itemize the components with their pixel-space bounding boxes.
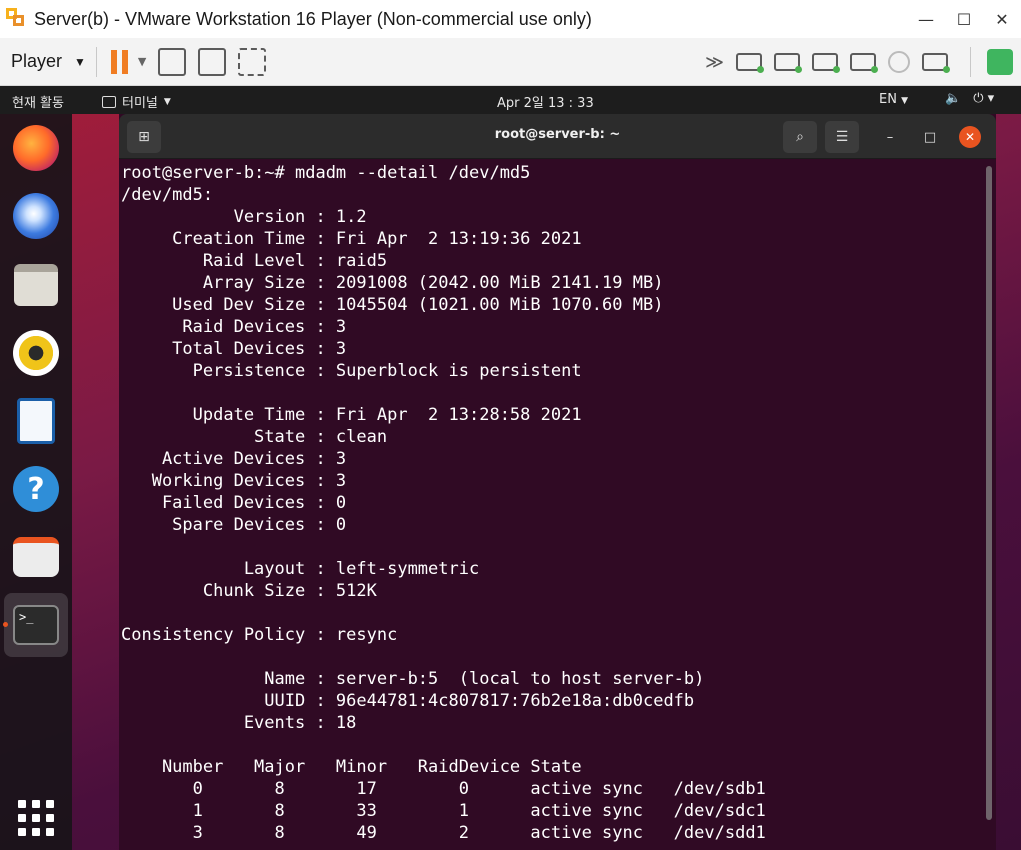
toolbar-divider [95, 46, 97, 77]
terminal-line: Layout : left-symmetric [121, 559, 480, 579]
terminal-icon [102, 95, 116, 108]
power-icon[interactable]: ⏻ ▾ [973, 91, 994, 106]
dock-item-thunderbird[interactable] [10, 190, 62, 242]
dock-item-writer[interactable] [10, 395, 62, 447]
dock-item-rhythmbox[interactable] [10, 327, 62, 379]
terminal-line: Raid Devices : 3 [121, 317, 347, 337]
terminal-line: root@server-b:~# mdadm --detail /dev/md5 [121, 163, 531, 183]
pause-icon[interactable] [110, 49, 128, 74]
show-applications-icon[interactable] [18, 800, 54, 836]
dock-item-files[interactable] [10, 259, 62, 311]
input-language-menu[interactable]: EN ▼ [879, 92, 908, 107]
running-indicator [3, 622, 8, 627]
fullscreen-icon[interactable] [198, 47, 227, 76]
terminal-line: 1 8 33 1 active sync /dev/sdc1 [121, 801, 766, 821]
software-store-icon [13, 537, 59, 577]
terminal-line: 0 8 17 0 active sync /dev/sdb1 [121, 779, 766, 799]
minimize-icon[interactable]: – [879, 126, 901, 148]
chevron-down-icon[interactable]: ▼ [138, 55, 146, 68]
terminal-line: Consistency Policy : resync [121, 625, 398, 645]
dock-item-software[interactable] [10, 531, 62, 583]
terminal-line: Chunk Size : 512K [121, 581, 377, 601]
terminal-line: 3 8 49 2 active sync /dev/sdd1 [121, 823, 766, 843]
terminal-line: Name : server-b:5 (local to host server-… [121, 669, 705, 689]
clock[interactable]: Apr 2일 13 : 33 [497, 92, 594, 111]
terminal-line: /dev/md5: [121, 185, 214, 205]
vmware-toolbar: Player ▼ ▼ ≫ [0, 38, 1021, 86]
dock-item-help[interactable]: ? [10, 463, 62, 515]
minimize-icon[interactable]: — [907, 0, 945, 38]
usb-icon[interactable] [812, 53, 840, 73]
volume-icon[interactable]: 🔈 [945, 91, 961, 106]
activities-button[interactable]: 현재 활동 [12, 92, 64, 111]
terminal-line: Working Devices : 3 [121, 471, 347, 491]
terminal-line: UUID : 96e44781:4c807817:76b2e18a:db0ced… [121, 691, 695, 711]
terminal-window[interactable]: ⊞ root@server-b: ~ ⌕ ☰ – □ ✕ root@server… [119, 114, 996, 850]
app-menu[interactable]: 터미널 ▼ [102, 92, 171, 111]
terminal-line: Events : 18 [121, 713, 357, 733]
chevron-down-icon: ▼ [901, 96, 909, 106]
message-log-icon[interactable] [987, 49, 1013, 75]
terminal-line: Failed Devices : 0 [121, 493, 347, 513]
terminal-title: root@server-b: ~ [494, 127, 621, 142]
terminal-line: Persistence : Superblock is persistent [121, 361, 582, 381]
terminal-line: Array Size : 2091008 (2042.00 MiB 2141.1… [121, 273, 664, 293]
window-title: Server(b) - VMware Workstation 16 Player… [34, 8, 592, 29]
terminal-line: State : clean [121, 427, 388, 447]
sound-card-icon[interactable] [850, 53, 878, 73]
files-icon [14, 264, 58, 306]
unity-icon[interactable] [238, 47, 267, 76]
terminal-line: Creation Time : Fri Apr 2 13:19:36 2021 [121, 229, 582, 249]
more-devices-icon[interactable]: ≫ [705, 52, 724, 73]
maximize-icon[interactable]: ☐ [945, 0, 983, 38]
toolbar-divider [970, 47, 971, 77]
terminal-header-bar[interactable]: ⊞ root@server-b: ~ ⌕ ☰ – □ ✕ [119, 114, 996, 159]
dock-item-firefox[interactable] [10, 122, 62, 174]
maximize-icon[interactable]: □ [919, 126, 941, 148]
close-icon[interactable]: ✕ [959, 126, 981, 148]
player-menu-button[interactable]: Player ▼ [11, 51, 86, 72]
send-ctrl-alt-del-icon[interactable] [158, 47, 187, 76]
search-icon[interactable]: ⌕ [783, 121, 817, 153]
terminal-output[interactable]: root@server-b:~# mdadm --detail /dev/md5… [121, 162, 981, 850]
terminal-icon: >_ [13, 605, 59, 645]
terminal-line: Total Devices : 3 [121, 339, 347, 359]
firefox-icon [13, 125, 59, 171]
terminal-line: Update Time : Fri Apr 2 13:28:58 2021 [121, 405, 582, 425]
rhythmbox-icon [13, 330, 59, 376]
thunderbird-icon [13, 193, 59, 239]
dock: ? >_ [0, 114, 72, 850]
help-icon: ? [13, 466, 59, 512]
terminal-line: Number Major Minor RaidDevice State [121, 757, 582, 777]
chevron-down-icon: ▼ [74, 54, 86, 69]
scrollbar[interactable] [986, 166, 992, 820]
printer-icon[interactable] [922, 53, 950, 73]
vmware-logo-icon [6, 8, 28, 30]
terminal-line: Spare Devices : 0 [121, 515, 347, 535]
chevron-down-icon: ▼ [163, 96, 171, 107]
libreoffice-writer-icon [17, 398, 55, 444]
terminal-line: Raid Level : raid5 [121, 251, 388, 271]
terminal-line: Active Devices : 3 [121, 449, 347, 469]
close-icon[interactable]: ✕ [983, 0, 1021, 38]
gnome-top-bar: 현재 활동 터미널 ▼ Apr 2일 13 : 33 EN ▼ 🔈 ⏻ ▾ [0, 86, 1021, 114]
dock-item-terminal[interactable]: >_ [4, 593, 68, 657]
player-menu-label: Player [11, 51, 63, 71]
network-adapter-icon[interactable] [774, 53, 802, 73]
terminal-line: Used Dev Size : 1045504 (1021.00 MiB 107… [121, 295, 664, 315]
hard-disk-icon[interactable] [736, 53, 764, 73]
terminal-line: Version : 1.2 [121, 207, 367, 227]
vmware-title-bar: Server(b) - VMware Workstation 16 Player… [0, 0, 1021, 38]
app-menu-label: 터미널 [122, 96, 158, 111]
cd-dvd-icon[interactable] [888, 51, 910, 73]
language-label: EN [879, 92, 897, 107]
hamburger-menu-icon[interactable]: ☰ [825, 121, 859, 153]
